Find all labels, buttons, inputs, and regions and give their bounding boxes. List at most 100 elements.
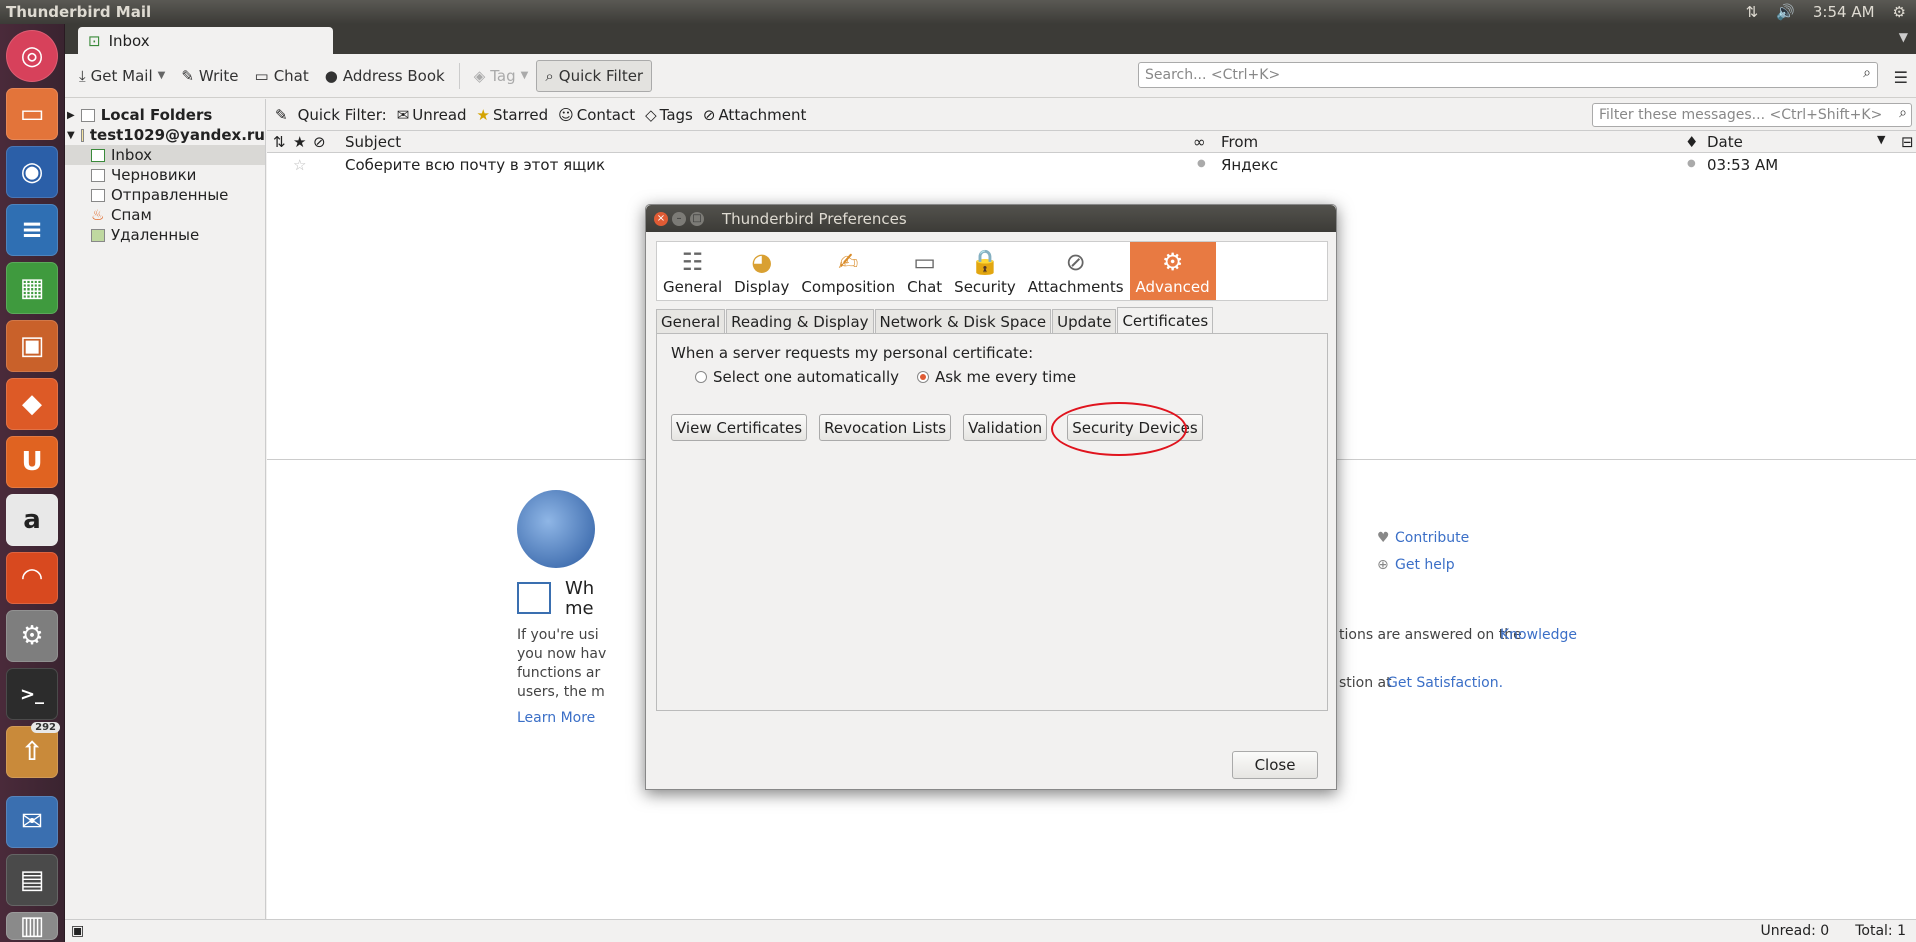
- radio-dot[interactable]: [695, 371, 707, 383]
- folder-sent[interactable]: Отправленные: [65, 185, 265, 205]
- folder-drafts[interactable]: Черновики: [65, 165, 265, 185]
- trash-icon[interactable]: ▥: [6, 911, 58, 941]
- write-button[interactable]: ✎ Write: [173, 60, 246, 92]
- ubuntu-one-music-icon[interactable]: ◠: [6, 552, 58, 604]
- get-satisfaction-link[interactable]: Get Satisfaction.: [1387, 675, 1503, 691]
- folder-local-folders[interactable]: ▶ Local Folders: [65, 105, 265, 125]
- pane-attachments[interactable]: ⊘ Attachments: [1022, 242, 1130, 300]
- software-center-icon[interactable]: ◆: [6, 378, 58, 430]
- app-menu-icon[interactable]: ☰: [1894, 68, 1908, 87]
- system-settings-icon[interactable]: ⚙: [6, 610, 58, 662]
- pin-icon[interactable]: ✎: [275, 106, 288, 124]
- column-picker-icon[interactable]: ⊟: [1901, 133, 1914, 151]
- expand-arrow-icon[interactable]: ▶: [67, 110, 75, 121]
- satisfaction-text: stion at: [1339, 675, 1392, 691]
- filter-unread-button[interactable]: ✉ Unread: [397, 106, 467, 124]
- global-search-input[interactable]: Search... <Ctrl+K> ⌕: [1138, 62, 1878, 88]
- subtab-general[interactable]: General: [656, 309, 726, 333]
- firefox-icon[interactable]: ◉: [6, 146, 58, 198]
- folder-inbox[interactable]: Inbox: [65, 145, 265, 165]
- learn-more-link[interactable]: Learn More: [517, 710, 595, 726]
- subtab-certificates[interactable]: Certificates: [1117, 307, 1214, 333]
- junk-dot-icon[interactable]: ●: [1687, 158, 1696, 169]
- security-devices-button[interactable]: Security Devices: [1067, 414, 1203, 441]
- address-book-button[interactable]: ● Address Book: [317, 60, 453, 92]
- pane-chat[interactable]: ▭ Chat: [901, 242, 948, 300]
- tab-label: Inbox: [108, 31, 150, 50]
- search-icon[interactable]: ⌕: [1899, 105, 1907, 121]
- junk-column-icon[interactable]: ♦: [1685, 133, 1698, 151]
- sort-arrow-icon[interactable]: ▼: [1877, 133, 1885, 146]
- attachment-column-icon[interactable]: ⊘: [313, 133, 326, 151]
- revocation-lists-button[interactable]: Revocation Lists: [819, 414, 952, 441]
- dialog-titlebar[interactable]: × – □ Thunderbird Preferences: [646, 205, 1336, 232]
- column-date[interactable]: Date: [1707, 133, 1743, 151]
- close-window-icon[interactable]: ×: [654, 211, 668, 226]
- maximize-window-icon[interactable]: □: [690, 211, 704, 226]
- view-certificates-button[interactable]: View Certificates: [671, 414, 808, 441]
- get-help-link[interactable]: Get help: [1395, 557, 1455, 573]
- volume-icon[interactable]: 🔊: [1776, 3, 1795, 21]
- ubuntu-one-icon[interactable]: U: [6, 436, 58, 488]
- search-icon[interactable]: ⌕: [1863, 65, 1871, 81]
- read-dot-icon[interactable]: ●: [1197, 158, 1206, 169]
- contribute-link[interactable]: Contribute: [1395, 530, 1469, 546]
- column-from[interactable]: From: [1221, 133, 1258, 151]
- table-row[interactable]: ☆ Соберите всю почту в этот ящик ● Яндек…: [267, 154, 1916, 176]
- pane-advanced[interactable]: ⚙ Advanced: [1129, 242, 1216, 300]
- radio-select-automatically[interactable]: Select one automatically: [695, 368, 899, 386]
- files-icon[interactable]: ▭: [6, 88, 58, 140]
- pane-security[interactable]: 🔒 Security: [948, 242, 1022, 300]
- sent-icon: [91, 188, 105, 202]
- thunderbird-icon[interactable]: ✉: [6, 796, 58, 848]
- star-column-icon[interactable]: ★: [293, 133, 306, 151]
- chat-button[interactable]: ▭ Chat: [247, 60, 317, 92]
- filter-tags-button[interactable]: ◇ Tags: [645, 106, 693, 124]
- get-mail-button[interactable]: ⤓ Get Mail ▼: [71, 60, 173, 92]
- tag-button[interactable]: ◈ Tag ▼: [466, 60, 537, 92]
- minimize-window-icon[interactable]: –: [672, 211, 686, 226]
- amazon-icon[interactable]: a: [6, 494, 58, 546]
- inbox-icon: [91, 148, 105, 162]
- collapse-arrow-icon[interactable]: ▼: [67, 130, 75, 141]
- filter-attachment-button[interactable]: ⊘ Attachment: [703, 106, 807, 124]
- star-icon[interactable]: ☆: [293, 156, 306, 174]
- knowledge-link[interactable]: Knowledge: [1500, 627, 1577, 643]
- gear-icon[interactable]: ⚙: [1893, 3, 1906, 21]
- close-button[interactable]: Close: [1232, 751, 1318, 779]
- update-manager-icon[interactable]: ⇧ 292: [6, 722, 60, 778]
- radio-dot[interactable]: [916, 371, 929, 383]
- activity-icon[interactable]: ▣: [71, 923, 84, 939]
- clock[interactable]: 3:54 AM: [1813, 3, 1875, 21]
- filter-messages-input[interactable]: Filter these messages... <Ctrl+Shift+K> …: [1592, 103, 1912, 127]
- impress-icon[interactable]: ▣: [6, 320, 58, 372]
- subtab-reading-display[interactable]: Reading & Display: [726, 309, 874, 333]
- quick-filter-button[interactable]: ⌕ Quick Filter: [536, 59, 653, 92]
- pane-display[interactable]: ◕ Display: [728, 242, 795, 300]
- pane-composition[interactable]: ✍ Composition: [795, 242, 901, 300]
- pencil-icon: ✎: [181, 66, 194, 85]
- validation-button[interactable]: Validation: [963, 414, 1048, 441]
- folder-account[interactable]: ▼ test1029@yandex.ru: [65, 125, 265, 145]
- subtab-network-disk-space[interactable]: Network & Disk Space: [874, 309, 1052, 333]
- folder-trash[interactable]: Удаленные: [65, 225, 265, 245]
- thread-column-icon[interactable]: ⇅: [273, 133, 286, 151]
- filter-starred-button[interactable]: ★ Starred: [477, 106, 549, 124]
- writer-icon[interactable]: ≡: [6, 204, 58, 256]
- radio-ask-every-time[interactable]: Ask me every time: [916, 368, 1076, 386]
- tab-list-arrow-icon[interactable]: ▼: [1899, 30, 1908, 44]
- subtab-update[interactable]: Update: [1052, 309, 1117, 333]
- filter-contact-button[interactable]: ☺ Contact: [558, 106, 635, 124]
- folder-spam[interactable]: ♨ Спам: [65, 205, 265, 225]
- workspace-switcher-icon[interactable]: ▤: [6, 854, 58, 906]
- calc-icon[interactable]: ▦: [6, 262, 58, 314]
- chevron-down-icon[interactable]: ▼: [158, 70, 166, 81]
- tab-inbox[interactable]: ⊡ Inbox: [78, 27, 333, 54]
- dash-icon[interactable]: ◎: [6, 30, 58, 82]
- read-column-icon[interactable]: ∞: [1193, 133, 1206, 151]
- pane-general[interactable]: ☷ General: [657, 242, 728, 300]
- terminal-icon[interactable]: >_: [6, 668, 58, 720]
- network-icon[interactable]: ⇅: [1746, 3, 1759, 21]
- start-para-3: functions ar: [517, 665, 601, 681]
- column-subject[interactable]: Subject: [345, 133, 401, 151]
